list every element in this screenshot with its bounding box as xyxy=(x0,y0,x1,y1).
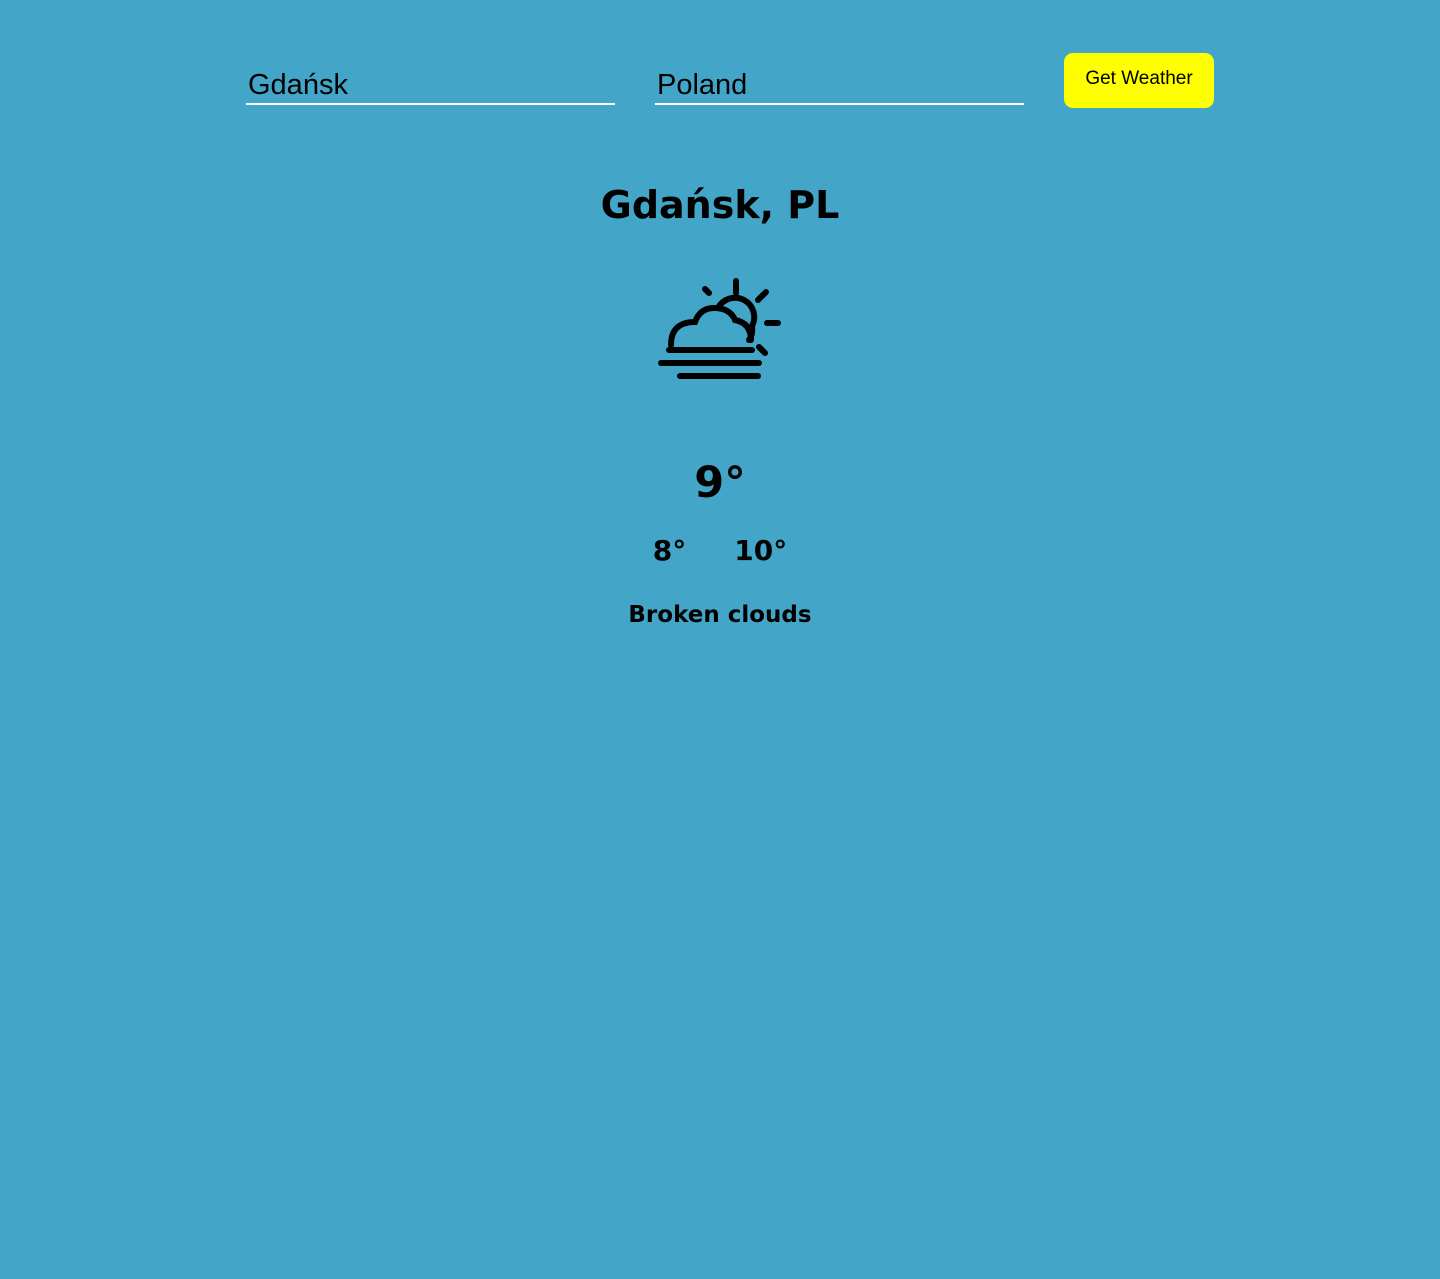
min-temperature: 8° xyxy=(652,534,687,567)
location-title: Gdańsk, PL xyxy=(600,183,840,227)
current-temperature: 9° xyxy=(694,458,746,508)
fog-partly-cloudy-icon xyxy=(658,278,781,379)
max-temperature: 10° xyxy=(734,534,788,567)
city-input[interactable] xyxy=(246,53,615,105)
get-weather-button[interactable]: Get Weather xyxy=(1064,53,1214,108)
search-form: Get Weather xyxy=(246,53,1214,109)
weather-result: Gdańsk, PL 9° 8° 10° Broken clouds xyxy=(0,180,1440,631)
weather-description: Broken clouds xyxy=(628,602,812,628)
country-input[interactable] xyxy=(655,53,1024,105)
min-max-temperature: 8° 10° xyxy=(0,532,1440,570)
